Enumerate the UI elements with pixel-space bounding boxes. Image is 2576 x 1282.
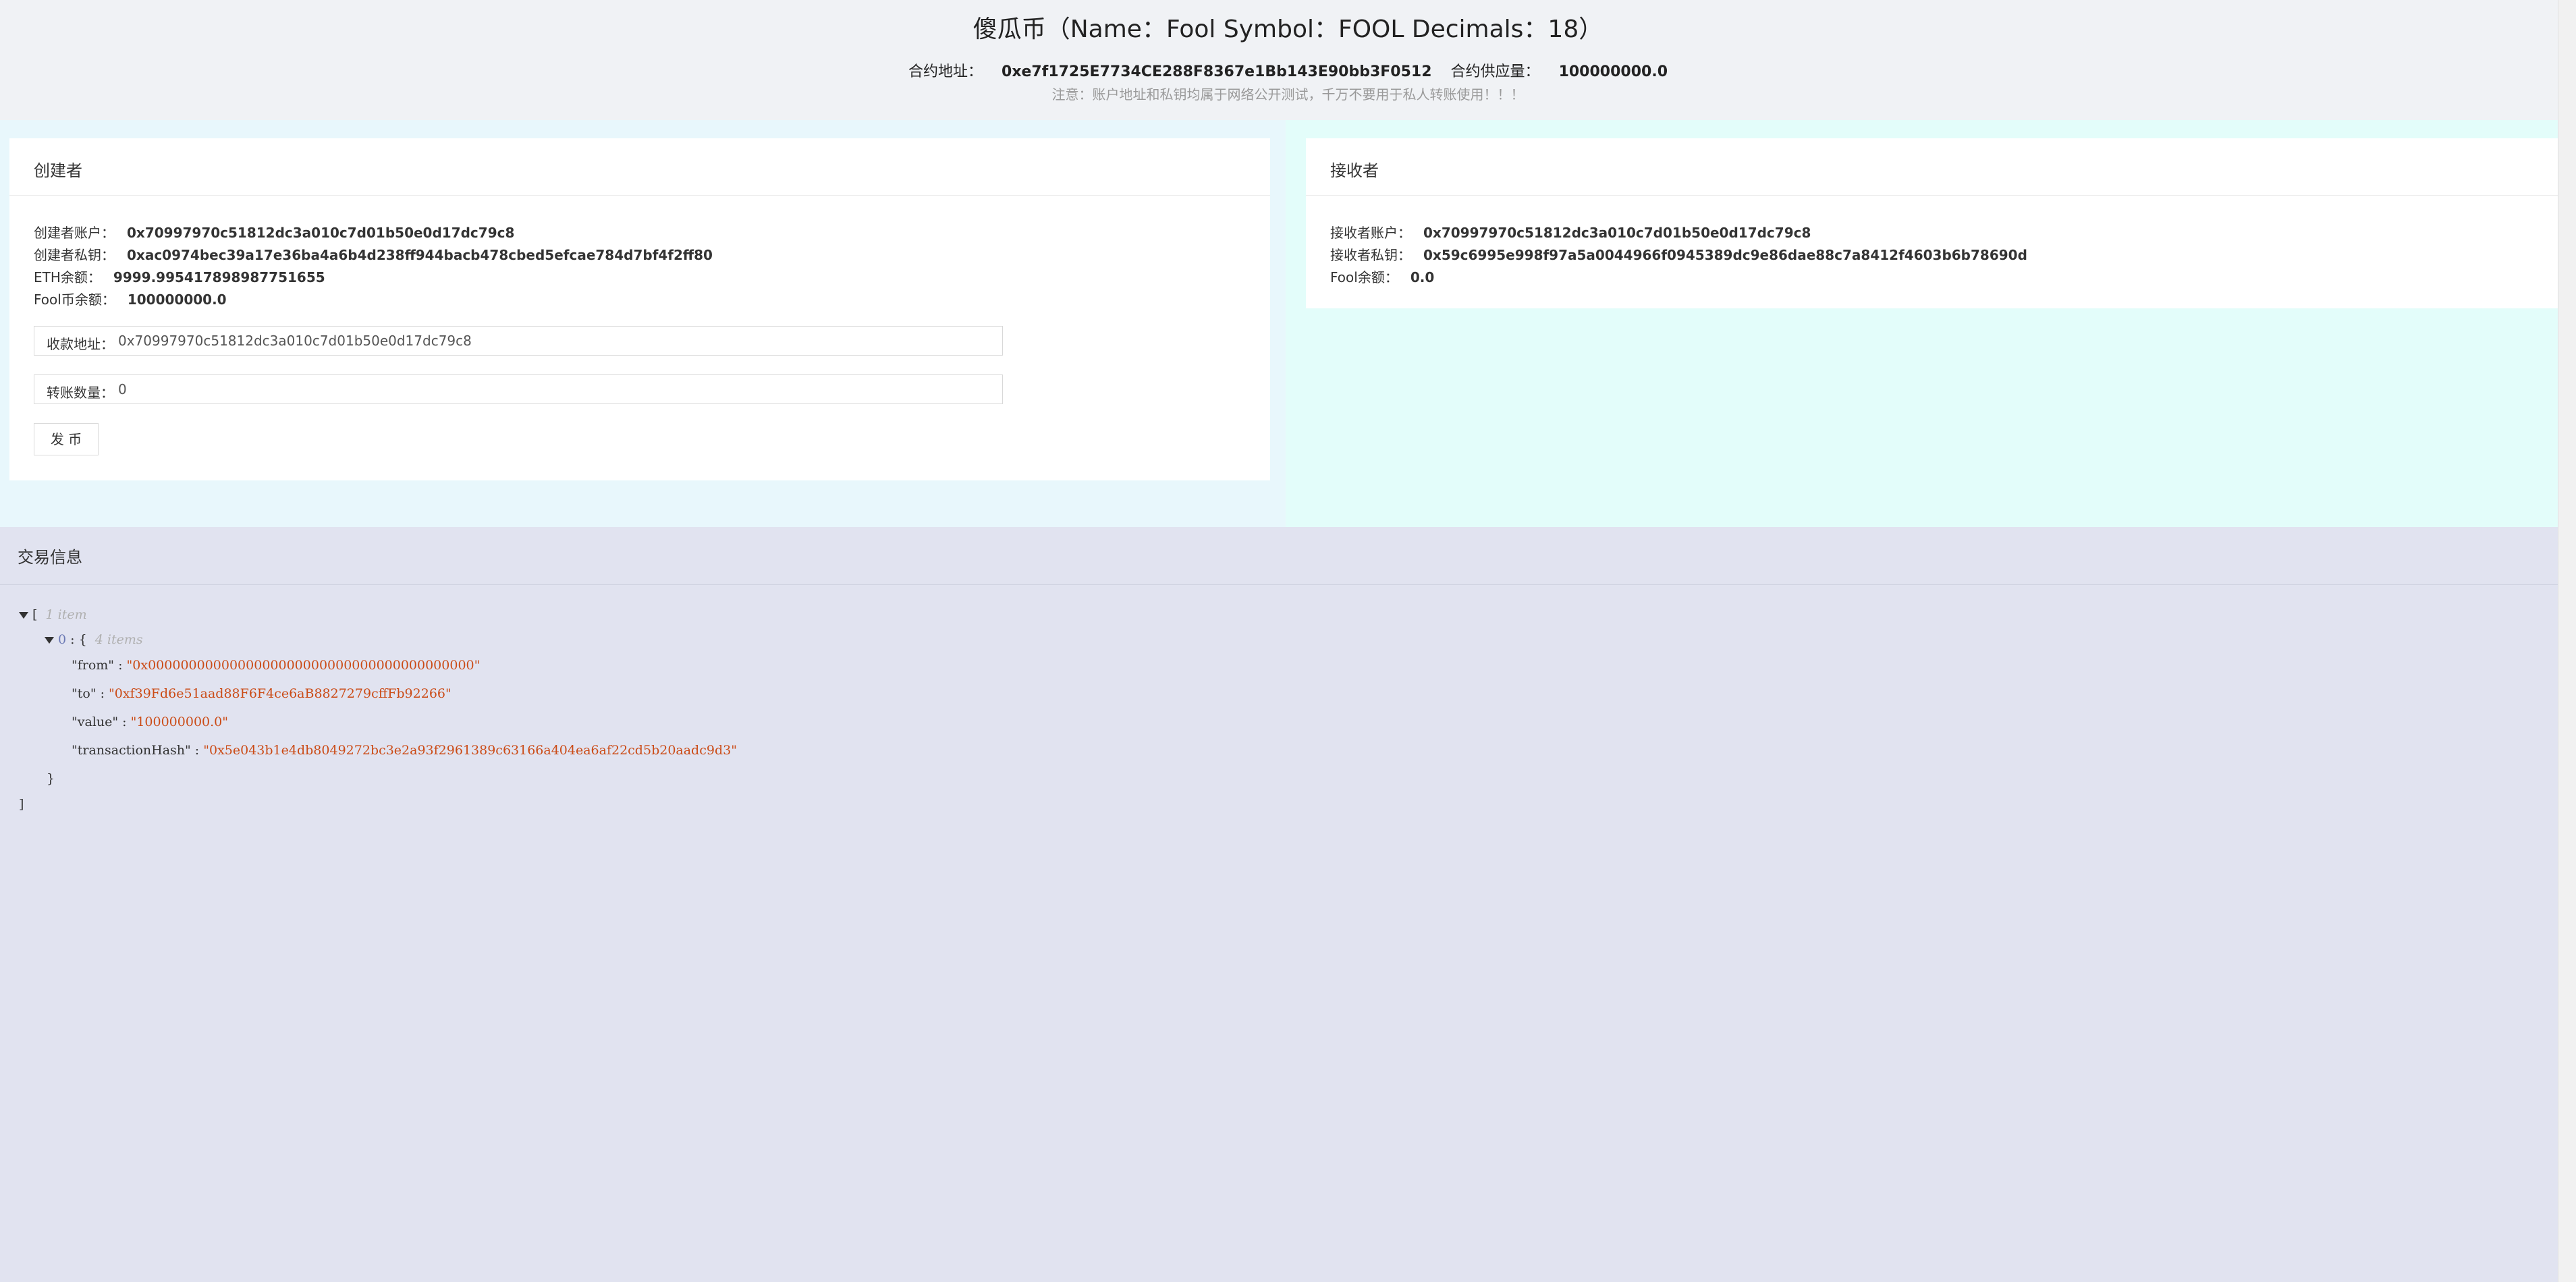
json-from-key: "from" — [72, 658, 115, 673]
receive-address-label: 收款地址： — [47, 336, 114, 352]
json-item-colon: : — [66, 632, 79, 647]
creator-fool-row: Fool币余额： 100000000.0 — [34, 289, 227, 308]
json-open-bracket: [ — [32, 607, 38, 622]
json-to-key: "to" — [72, 686, 97, 701]
json-item-line: 0 : { 4 items — [45, 632, 143, 647]
json-hash-value: "0x5e043b1e4db8049272bc3e2a93f2961389c63… — [203, 743, 737, 758]
json-hash-key: "transactionHash" — [72, 743, 191, 758]
contract-address: 0xe7f1725E7734CE288F8367e1Bb143E90bb3F05… — [1002, 63, 1432, 80]
json-value-value: "100000000.0" — [130, 715, 228, 729]
creator-account-value: 0x70997970c51812dc3a010c7d01b50e0d17dc79… — [127, 225, 515, 241]
creator-section: 创建者 创建者账户： 0x70997970c51812dc3a010c7d01b5… — [0, 120, 1286, 527]
receiver-private-key-row: 接收者私钥： 0x59c6995e998f97a5a0044966f0945389… — [1330, 244, 2027, 264]
receive-address-input[interactable] — [118, 329, 989, 352]
receiver-section: 接收者 接收者账户： 0x70997970c51812dc3a010c7d01b5… — [1286, 120, 2576, 527]
page-header: 傻瓜币（Name：Fool Symbol：FOOL Decimals：18） 合… — [0, 0, 2576, 120]
receiver-account-label: 接收者账户： — [1330, 225, 1411, 241]
json-hash-sep: : — [190, 743, 204, 758]
json-root-line: [ 1 item — [19, 607, 87, 622]
creator-account-label: 创建者账户： — [34, 225, 115, 241]
creator-eth-row: ETH余额： 9999.995417898987751655 — [34, 267, 325, 286]
collapse-root-icon[interactable] — [19, 612, 28, 619]
issue-token-button[interactable]: 发 币 — [34, 423, 99, 455]
page-title: 傻瓜币（Name：Fool Symbol：FOOL Decimals：18） — [972, 16, 1604, 43]
receive-address-field: 收款地址： — [34, 326, 1003, 356]
contract-supply-label: 合约供应量： — [1450, 63, 1540, 80]
creator-fool-value: 100000000.0 — [127, 291, 227, 308]
json-close-brace: } — [47, 771, 55, 786]
receiver-fool-value: 0.0 — [1410, 269, 1435, 285]
json-from-value: "0x0000000000000000000000000000000000000… — [126, 658, 481, 673]
json-close-bracket: ] — [19, 797, 24, 812]
receiver-fool-row: Fool余额： 0.0 — [1330, 267, 1434, 286]
json-hash-line: "transactionHash" : "0x5e043b1e4db804927… — [72, 743, 737, 758]
creator-card-header: 创建者 — [9, 138, 1270, 196]
creator-eth-value: 9999.995417898987751655 — [113, 269, 325, 285]
json-to-value: "0xf39Fd6e51aad88F6F4ce6aB8827279cffFb92… — [109, 686, 451, 701]
creator-card: 创建者 创建者账户： 0x70997970c51812dc3a010c7d01b5… — [9, 138, 1270, 480]
json-to-sep: : — [96, 686, 109, 701]
receiver-account-value: 0x70997970c51812dc3a010c7d01b50e0d17dc79… — [1423, 225, 1811, 241]
json-value-line: "value" : "100000000.0" — [72, 715, 228, 729]
json-from-sep: : — [114, 658, 127, 673]
receiver-card: 接收者 接收者账户： 0x70997970c51812dc3a010c7d01b5… — [1306, 138, 2558, 308]
json-array-meta: 1 item — [45, 607, 87, 622]
creator-private-key-label: 创建者私钥： — [34, 247, 115, 263]
json-to-line: "to" : "0xf39Fd6e51aad88F6F4ce6aB8827279… — [72, 686, 451, 701]
receiver-fool-label: Fool余额： — [1330, 269, 1398, 285]
security-notice: 注意：账户地址和私钥均属于网络公开测试，千万不要用于私人转账使用！！！ — [1051, 86, 1525, 103]
transfer-amount-label: 转账数量： — [47, 385, 114, 401]
contract-supply: 100000000.0 — [1558, 63, 1668, 80]
json-from-line: "from" : "0x0000000000000000000000000000… — [72, 658, 480, 673]
contract-address-label: 合约地址： — [908, 63, 983, 80]
receiver-private-key-value: 0x59c6995e998f97a5a0044966f0945389dc9e86… — [1423, 247, 2027, 263]
accounts-area: 创建者 创建者账户： 0x70997970c51812dc3a010c7d01b5… — [0, 120, 2576, 527]
json-value-key: "value" — [72, 715, 119, 729]
page-scrollbar[interactable] — [2558, 0, 2576, 1282]
transfer-amount-field: 转账数量： — [34, 374, 1003, 404]
json-value-sep: : — [118, 715, 131, 729]
creator-card-title: 创建者 — [34, 161, 82, 180]
transactions-title: 交易信息 — [18, 548, 82, 567]
transactions-divider — [0, 584, 2558, 585]
contract-info: 合约地址： 0xe7f1725E7734CE288F8367e1Bb143E90… — [0, 59, 2576, 81]
creator-private-key-value: 0xac0974bec39a17e36ba4a6b4d238ff944bacb4… — [127, 247, 713, 263]
receiver-account-row: 接收者账户： 0x70997970c51812dc3a010c7d01b50e0d… — [1330, 222, 1811, 242]
collapse-item-icon[interactable] — [45, 637, 54, 644]
receiver-card-header: 接收者 — [1306, 138, 2558, 196]
receiver-card-title: 接收者 — [1330, 161, 1379, 180]
creator-account-row: 创建者账户： 0x70997970c51812dc3a010c7d01b50e0d… — [34, 222, 514, 242]
creator-eth-label: ETH余额： — [34, 269, 101, 285]
transfer-amount-input[interactable] — [118, 378, 989, 401]
creator-fool-label: Fool币余额： — [34, 291, 115, 308]
receiver-private-key-label: 接收者私钥： — [1330, 247, 1411, 263]
json-item-index: 0 — [58, 632, 67, 647]
creator-private-key-row: 创建者私钥： 0xac0974bec39a17e36ba4a6b4d238ff94… — [34, 244, 713, 264]
json-item-open: { — [78, 632, 87, 647]
json-item-meta: 4 items — [94, 632, 143, 647]
